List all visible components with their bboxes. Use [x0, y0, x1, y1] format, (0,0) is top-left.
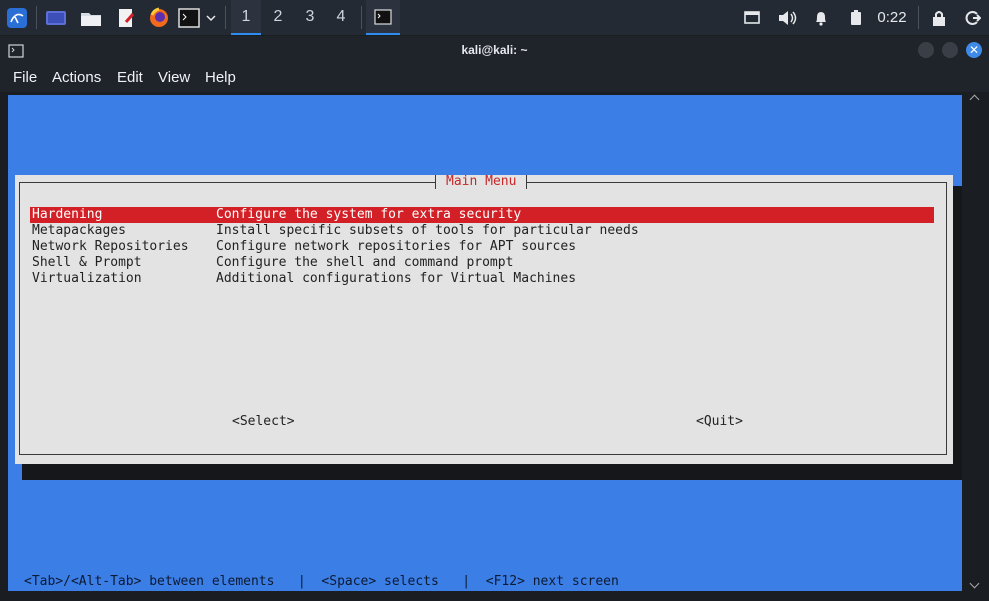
close-button[interactable]: ✕ [966, 42, 982, 58]
keyboard-help-footer: <Tab>/<Alt-Tab> between elements | <Spac… [24, 574, 619, 589]
workspace-3[interactable]: 3 [295, 0, 325, 33]
taskbar-terminal-window[interactable] [366, 0, 400, 35]
taskbar: 1 2 3 4 0:22 [0, 0, 989, 35]
menu-option-shell-prompt[interactable]: Shell & Prompt Configure the shell and c… [30, 255, 934, 271]
menu-edit[interactable]: Edit [117, 69, 143, 86]
option-description: Configure the system for extra security [216, 207, 522, 222]
firefox-icon[interactable] [145, 0, 173, 35]
option-description: Install specific subsets of tools for pa… [216, 223, 639, 238]
close-icon: ✕ [968, 43, 980, 57]
kali-menu-icon[interactable] [2, 0, 32, 35]
option-tag: Shell & Prompt [32, 255, 142, 270]
select-button[interactable]: <Select> [232, 414, 295, 429]
quit-button[interactable]: <Quit> [696, 414, 743, 429]
menu-option-virtualization[interactable]: Virtualization Additional configurations… [30, 271, 934, 287]
chevron-down-icon[interactable] [203, 0, 219, 35]
menu-view[interactable]: View [158, 69, 190, 86]
option-description: Additional configurations for Virtual Ma… [216, 271, 577, 286]
file-manager-icon[interactable] [77, 0, 105, 35]
notification-bell-icon[interactable] [810, 0, 832, 35]
lock-icon[interactable] [928, 0, 950, 35]
menu-actions[interactable]: Actions [52, 69, 101, 86]
workspace-2[interactable]: 2 [263, 0, 293, 33]
menu-option-network-repositories[interactable]: Network Repositories Configure network r… [30, 239, 934, 255]
option-tag: Hardening [32, 207, 103, 222]
battery-icon[interactable] [845, 0, 867, 35]
workspace-4[interactable]: 4 [326, 0, 356, 33]
main-menu-dialog: Main Menu Hardening Configure the system… [15, 175, 953, 464]
menu-option-hardening[interactable]: Hardening Configure the system for extra… [30, 207, 934, 223]
minimize-button[interactable] [918, 42, 934, 58]
menu-bar: File Actions Edit View Help [0, 64, 989, 92]
menu-file[interactable]: File [13, 69, 37, 86]
display-icon[interactable] [741, 0, 763, 35]
scrollbar[interactable] [968, 95, 980, 591]
option-tag: Metapackages [32, 223, 126, 238]
option-description: Configure the shell and command prompt [216, 255, 514, 270]
terminal-launcher-icon[interactable] [177, 0, 201, 35]
workspace-1[interactable]: 1 [231, 0, 261, 35]
clock[interactable]: 0:22 [872, 0, 912, 35]
option-tag: Network Repositories [32, 239, 189, 254]
terminal-icon [374, 8, 392, 25]
logout-icon[interactable] [962, 0, 984, 35]
window-titlebar[interactable]: kali@kali: ~ ✕ [0, 36, 989, 64]
dialog-title: Main Menu [435, 175, 528, 189]
text-editor-icon[interactable] [112, 0, 140, 35]
menu-help[interactable]: Help [205, 69, 236, 86]
window-title: kali@kali: ~ [461, 43, 528, 57]
option-tag: Virtualization [32, 271, 142, 286]
menu-option-metapackages[interactable]: Metapackages Install specific subsets of… [30, 223, 934, 239]
volume-icon[interactable] [775, 0, 799, 35]
maximize-button[interactable] [942, 42, 958, 58]
option-description: Configure network repositories for APT s… [216, 239, 577, 254]
show-desktop-icon[interactable] [42, 0, 70, 35]
